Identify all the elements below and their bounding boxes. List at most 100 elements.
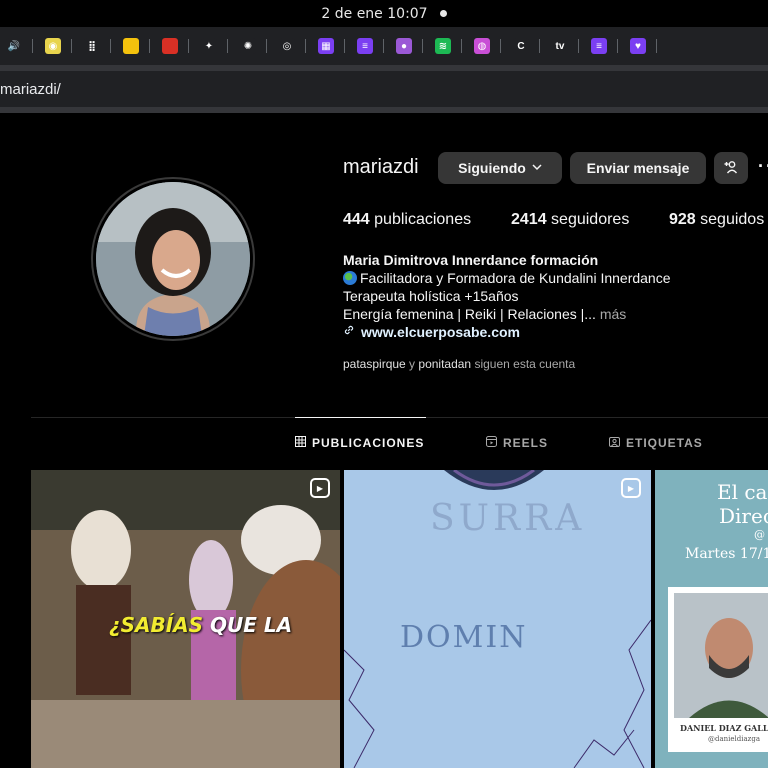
- reel-icon: ▶: [310, 478, 330, 498]
- tab-separator: [656, 39, 657, 53]
- bio-line-1: Facilitadora y Formadora de Kundalini In…: [343, 269, 768, 287]
- browser-tab[interactable]: ✦: [195, 27, 234, 65]
- browser-tab[interactable]: ⣿: [78, 27, 117, 65]
- browser-tab[interactable]: [117, 27, 156, 65]
- suggested-users-button[interactable]: [714, 152, 748, 184]
- profile-bio: Maria Dimitrova Innerdance formación Fac…: [343, 251, 768, 341]
- link-icon: [343, 323, 355, 341]
- followed-by-suffix: siguen esta cuenta: [471, 357, 576, 371]
- bio-line-3: Energía femenina | Reiki | Relaciones |.…: [343, 305, 768, 323]
- browser-tab[interactable]: ●: [390, 27, 429, 65]
- post-thumbnail-1[interactable]: ▶ ¿SABÍAS QUE LA: [31, 470, 340, 768]
- tab-reels[interactable]: REELS: [486, 436, 548, 450]
- bio-website-link[interactable]: www.elcuerposabe.com: [343, 323, 768, 341]
- post-3-line-3: @: [754, 528, 765, 541]
- circle-logo-icon: ◎: [279, 38, 295, 54]
- post-1-highlight: ¿SABÍAS: [109, 613, 204, 637]
- tab-separator: [188, 39, 189, 53]
- browser-tab[interactable]: ≋: [429, 27, 468, 65]
- post-1-overlay-text: ¿SABÍAS QUE LA: [109, 613, 292, 637]
- more-options-icon[interactable]: ··: [758, 156, 768, 177]
- browser-tab[interactable]: tv: [546, 27, 585, 65]
- posts-count: 444: [343, 211, 370, 228]
- address-bar[interactable]: mariazdi/: [0, 71, 768, 107]
- c-logo-icon: C: [513, 38, 529, 54]
- post-2-mid-text: DOMIN: [400, 620, 528, 655]
- browser-tab[interactable]: C: [507, 27, 546, 65]
- avatar-ring[interactable]: [91, 177, 255, 341]
- notification-dot: [439, 10, 447, 17]
- stat-posts[interactable]: 444 publicaciones: [343, 211, 471, 229]
- grid-icon: ⣿: [84, 38, 100, 54]
- reel-icon: ▶: [621, 478, 641, 498]
- tab-separator: [71, 39, 72, 53]
- browser-tab[interactable]: ◉: [39, 27, 78, 65]
- tab-posts[interactable]: PUBLICACIONES: [295, 436, 424, 450]
- reels-icon: [486, 436, 497, 450]
- post-3-card: DANIEL DIAZ GALLA @danieldiazga: [668, 587, 768, 752]
- tab-tagged[interactable]: ETIQUETAS: [609, 436, 703, 450]
- podcast-icon: ●: [396, 38, 412, 54]
- following-button[interactable]: Siguiendo: [438, 152, 562, 184]
- browser-tab[interactable]: ◍: [468, 27, 507, 65]
- yellow-square-icon: [123, 38, 139, 54]
- tab-separator: [32, 39, 33, 53]
- browser-toolbar: mariazdi/: [0, 65, 768, 113]
- browser-tab[interactable]: ✺: [234, 27, 273, 65]
- bio-line-1-text: Facilitadora y Formadora de Kundalini In…: [360, 270, 671, 286]
- eye-icon: ◉: [45, 38, 61, 54]
- browser-tab[interactable]: ♥: [624, 27, 663, 65]
- chevron-down-icon: [532, 163, 542, 174]
- bio-more-link[interactable]: más: [596, 306, 626, 322]
- tab-separator: [344, 39, 345, 53]
- followers-label: seguidores: [546, 211, 630, 228]
- tab-separator: [266, 39, 267, 53]
- avatar: [96, 182, 250, 336]
- url-text: mariazdi/: [0, 80, 61, 98]
- post-3-handle: @danieldiazga: [708, 735, 761, 743]
- followed-by-user-1[interactable]: pataspirque: [343, 357, 406, 371]
- browser-tab[interactable]: ≡: [585, 27, 624, 65]
- followed-by[interactable]: pataspirque y ponitadan siguen esta cuen…: [343, 357, 575, 371]
- tab-separator: [578, 39, 579, 53]
- send-message-button[interactable]: Enviar mensaje: [570, 152, 706, 184]
- tab-separator: [149, 39, 150, 53]
- followed-by-sep: y: [405, 357, 419, 371]
- browser-tab[interactable]: [156, 27, 195, 65]
- tv-icon: tv: [552, 38, 568, 54]
- post-3-photo: [674, 593, 768, 718]
- posts-label: publicaciones: [369, 211, 472, 228]
- grid-icon: [295, 436, 306, 450]
- following-button-label: Siguiendo: [458, 160, 526, 176]
- tab-separator: [422, 39, 423, 53]
- bio-website-text: www.elcuerposabe.com: [361, 324, 520, 340]
- podcasts-icon: ◍: [474, 38, 490, 54]
- browser-tab[interactable]: ≡: [351, 27, 390, 65]
- browser-tab-strip: 🔊 ◉ ⣿ ✦ ✺ ◎ ▦ ≡ ● ≋ ◍ Ctv ≡ ♥: [0, 27, 768, 65]
- tab-separator: [539, 39, 540, 53]
- post-thumbnail-3[interactable]: El car Direc @ Martes 17/12 DANIEL DIAZ …: [655, 470, 768, 768]
- tab-separator: [461, 39, 462, 53]
- browser-tab[interactable]: ▦: [312, 27, 351, 65]
- post-3-line-2: Direc: [719, 504, 768, 528]
- browser-tab[interactable]: ◎: [273, 27, 312, 65]
- post-1-rest: QUE LA: [203, 613, 293, 637]
- clock[interactable]: 2 de ene 10:07: [321, 6, 427, 22]
- browser-tab[interactable]: 🔊: [0, 27, 39, 65]
- tab-separator: [305, 39, 306, 53]
- post-thumbnail-2[interactable]: ▶ SURRA DOMIN: [344, 470, 651, 768]
- calendar-icon: ▦: [318, 38, 334, 54]
- post-3-name: DANIEL DIAZ GALLA: [680, 723, 768, 733]
- stat-following[interactable]: 928 seguidos: [669, 211, 764, 229]
- profile-username: mariazdi: [343, 156, 419, 178]
- active-tab-indicator: [295, 417, 426, 418]
- post-3-line-4: Martes 17/12: [685, 546, 768, 562]
- tab-separator: [110, 39, 111, 53]
- tagged-icon: [609, 436, 620, 450]
- stat-followers[interactable]: 2414 seguidores: [511, 211, 629, 229]
- tab-separator: [617, 39, 618, 53]
- followers-count: 2414: [511, 211, 547, 228]
- followed-by-user-2[interactable]: ponitadan: [418, 357, 471, 371]
- tab-separator: [227, 39, 228, 53]
- openai-icon: ✺: [240, 38, 256, 54]
